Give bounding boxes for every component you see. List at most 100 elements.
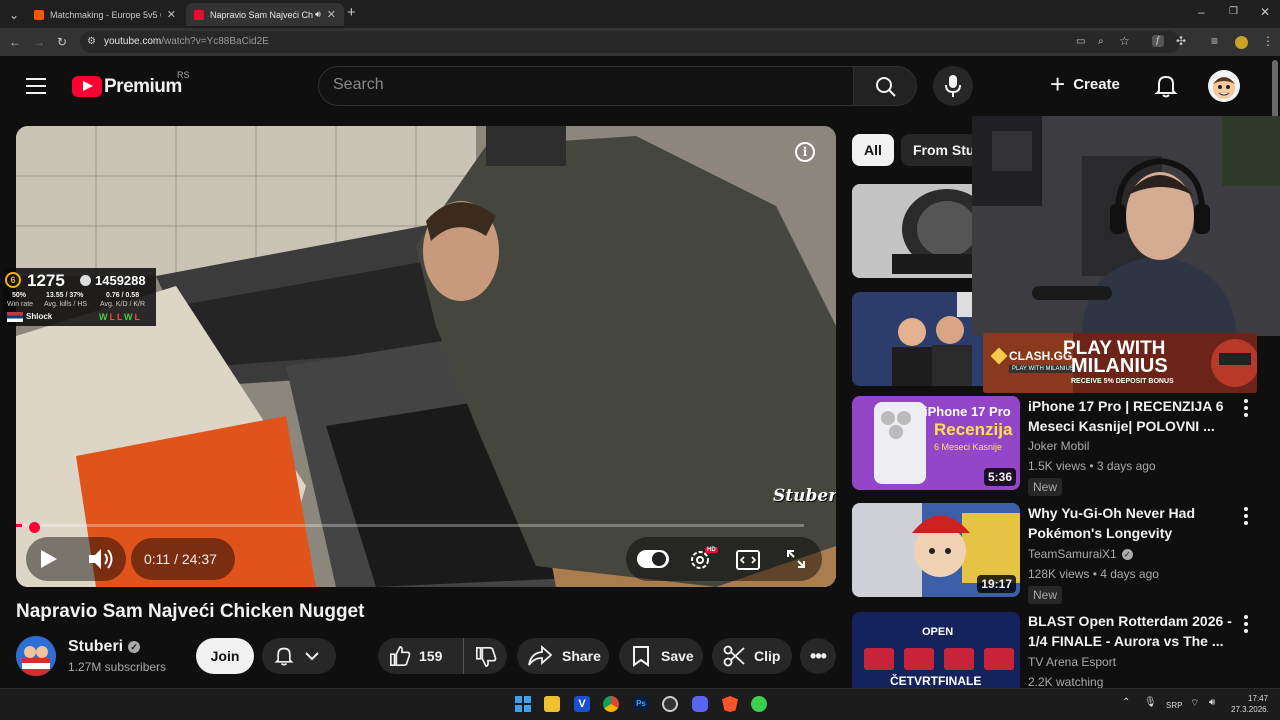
keyboard-language[interactable]: SRP [1166, 701, 1182, 710]
sponsor-subline: RECEIVE 5% DEPOSIT BONUS [1071, 378, 1174, 385]
brave-icon[interactable] [722, 696, 738, 712]
faceit-app-icon[interactable] [751, 696, 767, 712]
like-button[interactable]: 159 [378, 638, 464, 674]
tray-mic-icon[interactable]: 🎙︎ [1144, 697, 1157, 708]
play-icon[interactable] [40, 549, 58, 569]
hd-badge: HD [705, 547, 718, 553]
verified-check-icon: ✓ [128, 641, 141, 653]
tab-matchmaking[interactable]: Matchmaking - Europe 5v5 Qu ✕ [26, 3, 184, 26]
chip-from-channel[interactable]: From Stuberi [901, 134, 981, 166]
chrome-icon[interactable] [603, 696, 619, 712]
scissors-icon [723, 645, 745, 667]
obs-icon[interactable] [662, 696, 678, 712]
wifi-icon[interactable]: ⌔ [1190, 697, 1199, 710]
channel-avatar[interactable] [16, 636, 56, 676]
duration-badge: 5:36 [983, 468, 1016, 486]
more-options-icon[interactable] [1243, 507, 1249, 527]
tray-overflow-icon[interactable]: ⌃ [1122, 697, 1130, 708]
result-loss: L [117, 312, 125, 322]
recommendation-title[interactable]: BLAST Open Rotterdam 2026 - 1/4 FINALE -… [1028, 611, 1233, 651]
tab-youtube[interactable]: Napravio Sam Najveći Chick 🔊︎ ✕ [186, 3, 344, 26]
recommendation-thumbnail[interactable]: iPhone 17 Pro Recenzija 6 Meseci Kasnije… [852, 396, 1020, 490]
profile-icon[interactable] [1235, 36, 1248, 49]
more-actions-button[interactable]: ••• [800, 638, 836, 674]
windows-start-icon[interactable] [515, 696, 531, 712]
discord-icon[interactable] [692, 696, 708, 712]
recommendation-channel[interactable]: Joker Mobil [1028, 439, 1089, 453]
close-tab-icon[interactable]: ✕ [327, 8, 336, 21]
autoplay-toggle[interactable] [637, 550, 669, 568]
video-player[interactable]: i Stuberi [16, 126, 836, 587]
zoom-icon[interactable]: ⌕ [1098, 36, 1104, 48]
page-scrollbar[interactable] [1272, 60, 1278, 120]
thumbnail-caption: iPhone 17 Pro [924, 404, 1011, 419]
recommendation-title[interactable]: iPhone 17 Pro | RECENZIJA 6 Meseci Kasni… [1028, 396, 1233, 436]
recommendation-thumbnail[interactable]: OPEN ČETVRTFINALE [852, 612, 1020, 688]
voice-search-button[interactable] [933, 66, 973, 106]
join-button[interactable]: Join [196, 638, 254, 674]
webcam-overlay [972, 116, 1280, 336]
new-badge: New [1028, 586, 1063, 604]
more-options-icon[interactable] [1243, 399, 1249, 419]
url-text[interactable]: youtube.com/watch?v=Yc88BaCid2E [104, 36, 269, 47]
minimize-button[interactable]: – [1198, 6, 1205, 18]
speaker-tray-icon[interactable]: 🔊︎ [1209, 697, 1215, 708]
theater-mode-icon[interactable] [736, 550, 760, 570]
site-info-icon[interactable]: ⚙ [87, 36, 96, 48]
time-display: 0:11 / 24:37 [131, 538, 235, 580]
seek-handle[interactable] [29, 522, 40, 533]
create-button[interactable]: + Create [1050, 71, 1120, 97]
browser-tab-bar: ⌄ Matchmaking - Europe 5v5 Qu ✕ Napravio… [0, 0, 1280, 28]
vpn-app-icon[interactable]: V [574, 696, 590, 712]
clip-label: Clip [754, 648, 781, 664]
result-win: W [99, 312, 110, 322]
clip-button[interactable]: Clip [712, 638, 792, 674]
back-icon[interactable]: ← [9, 36, 21, 48]
extension-icon[interactable]: ƒ [1152, 35, 1164, 47]
cast-icon[interactable]: ▭ [1076, 36, 1085, 48]
menu-dots-icon[interactable]: ⋮ [1262, 35, 1274, 47]
new-tab-button[interactable]: + [347, 5, 356, 20]
maximize-button[interactable]: ❐ [1229, 6, 1238, 18]
save-button[interactable]: Save [619, 638, 703, 674]
youtube-icon [194, 9, 204, 20]
tab-search-icon[interactable]: ⌄ [9, 9, 19, 21]
reload-icon[interactable]: ↻ [57, 36, 67, 48]
subscribed-notifications-button[interactable] [262, 638, 336, 674]
speaker-icon[interactable]: 🔊︎ [315, 9, 321, 20]
forward-icon[interactable]: → [33, 36, 45, 48]
fullscreen-icon[interactable] [785, 548, 807, 570]
more-options-icon[interactable] [1243, 615, 1249, 635]
search-input[interactable] [333, 76, 833, 94]
recommendation-channel[interactable]: TeamSamuraiX1 ✓ [1028, 547, 1133, 561]
chip-all[interactable]: All [852, 134, 894, 166]
share-button[interactable]: Share [517, 638, 609, 674]
file-explorer-icon[interactable] [544, 696, 560, 712]
video-info-icon[interactable]: i [795, 142, 815, 162]
seek-bar[interactable] [16, 524, 804, 527]
reading-list-icon[interactable]: ≡ [1211, 35, 1218, 47]
recommendation-thumbnail[interactable]: 19:17 [852, 503, 1020, 597]
tab-title: Matchmaking - Europe 5v5 Qu [50, 9, 161, 20]
clock-date[interactable]: 27.3.2026. [1231, 705, 1269, 714]
menu-icon[interactable] [26, 78, 46, 94]
channel-name[interactable]: Stuberi ✓ [68, 638, 141, 656]
photoshop-icon[interactable]: Ps [633, 696, 649, 712]
clock-time[interactable]: 17:47 [1248, 694, 1268, 703]
recommendation-channel[interactable]: TV Arena Esport [1028, 655, 1116, 669]
bookmark-star-icon[interactable]: ☆ [1119, 35, 1130, 47]
search-field[interactable] [318, 66, 854, 106]
puzzle-icon[interactable]: ✣ [1176, 35, 1186, 47]
recommendation-title[interactable]: Why Yu-Gi-Oh Never Had Pokémon's Longevi… [1028, 503, 1233, 543]
channel-watermark: Stuberi [773, 486, 836, 506]
volume-icon[interactable] [88, 548, 114, 570]
youtube-logo-icon[interactable] [72, 76, 102, 97]
close-window-button[interactable]: ✕ [1260, 6, 1270, 18]
close-tab-icon[interactable]: ✕ [167, 8, 176, 21]
faceit-level: 6 [10, 275, 16, 285]
brand-label[interactable]: Premium [104, 76, 182, 98]
dislike-button[interactable] [464, 642, 497, 671]
notifications-button[interactable] [1154, 73, 1178, 104]
account-avatar[interactable] [1208, 70, 1240, 102]
search-button[interactable] [853, 66, 917, 106]
